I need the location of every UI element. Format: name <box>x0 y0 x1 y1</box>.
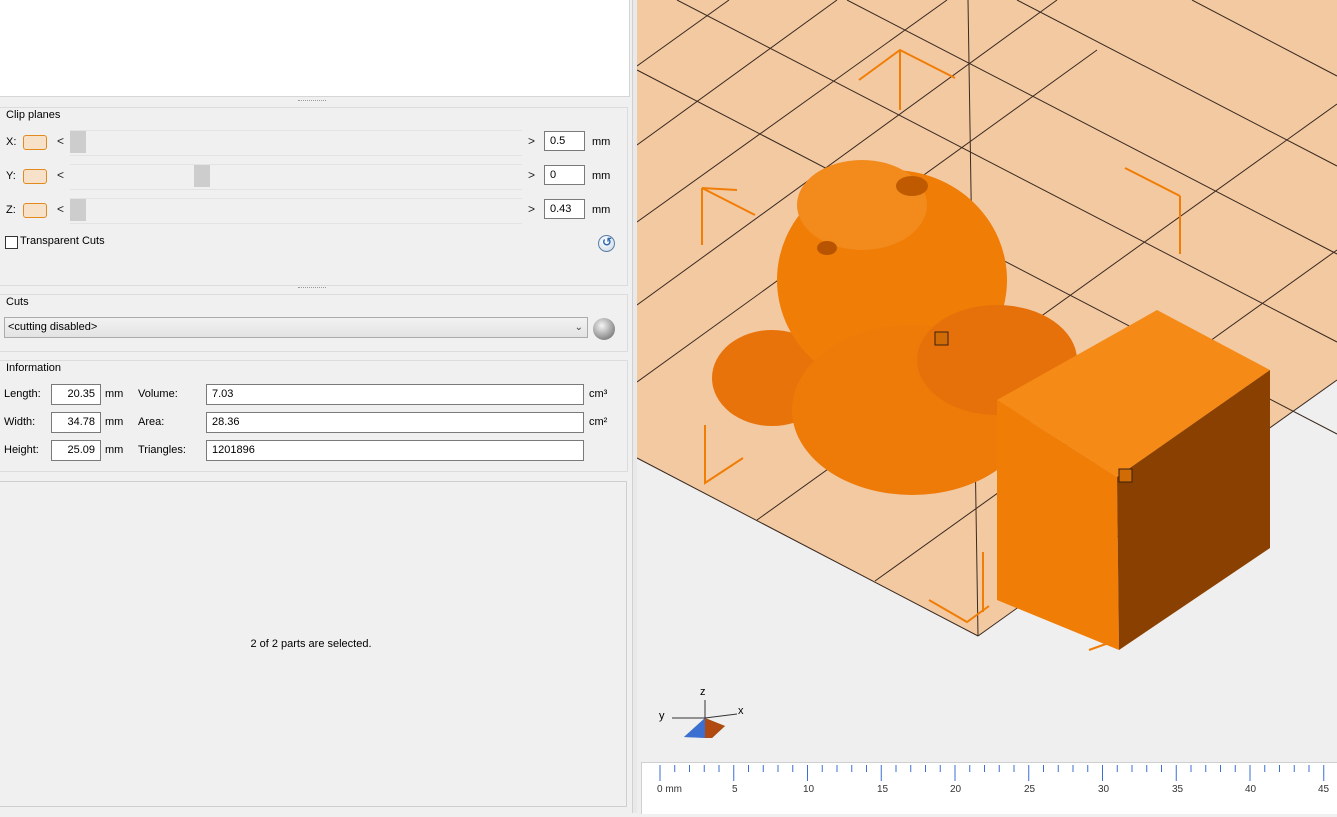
3d-viewport[interactable]: z x y <box>637 0 1337 813</box>
axis-gizmo-y: y <box>659 710 665 722</box>
length-label: Length: <box>4 388 41 400</box>
height-label: Height: <box>4 444 39 456</box>
ruler: 0 mm 5 10 15 20 25 30 35 40 45 <box>641 762 1337 814</box>
volume-value: 7.03 <box>206 384 584 405</box>
scene-svg: z x y <box>637 0 1337 813</box>
splitter-grip-2[interactable] <box>298 287 326 290</box>
clip-x-slider-thumb[interactable] <box>70 131 86 153</box>
part-info-panel: 2 of 2 parts are selected. <box>0 481 627 807</box>
width-value: 34.78 <box>51 412 101 433</box>
left-panel: Clip planes X: < > 0.5 mm Y: < > 0 mm Z:… <box>0 0 632 813</box>
clip-plane-z-toggle[interactable] <box>23 203 47 218</box>
clip-plane-x-toggle[interactable] <box>23 135 47 150</box>
reset-clip-planes-icon[interactable] <box>598 235 615 252</box>
ruler-label-10: 10 <box>803 784 815 795</box>
cut-tool-icon[interactable] <box>593 318 615 340</box>
clip-x-input[interactable]: 0.5 <box>544 131 585 151</box>
slider-z-left-arrow[interactable]: < <box>57 202 64 216</box>
ruler-label-20: 20 <box>950 784 962 795</box>
selection-handle[interactable] <box>934 331 949 346</box>
clip-y-unit: mm <box>592 170 611 182</box>
axis-label-z: Z: <box>6 204 16 216</box>
clip-row-x: X: < > 0.5 mm <box>0 130 627 156</box>
ruler-label-5: 5 <box>732 784 738 795</box>
volume-label: Volume: <box>138 388 178 400</box>
clip-x-slider[interactable] <box>70 130 522 156</box>
triangles-label: Triangles: <box>138 444 186 456</box>
slider-x-right-arrow[interactable]: > <box>528 134 535 148</box>
length-value: 20.35 <box>51 384 101 405</box>
width-unit: mm <box>105 416 124 428</box>
slider-y-right-arrow[interactable]: > <box>528 168 535 182</box>
clip-y-slider[interactable] <box>70 164 522 190</box>
ruler-ticks <box>659 765 1325 781</box>
clip-x-unit: mm <box>592 136 611 148</box>
clip-z-slider-thumb[interactable] <box>70 199 86 221</box>
clip-row-y: Y: < > 0 mm <box>0 164 627 190</box>
ruler-label-35: 35 <box>1172 784 1184 795</box>
chevron-down-icon: ⌄ <box>574 322 583 333</box>
ruler-label-0: 0 mm <box>657 784 682 795</box>
splitter-grip[interactable] <box>298 100 326 103</box>
slider-x-left-arrow[interactable]: < <box>57 134 64 148</box>
area-value: 28.36 <box>206 412 584 433</box>
area-label: Area: <box>138 416 165 428</box>
cuts-dropdown-value: <cutting disabled> <box>8 321 98 333</box>
selection-handle-2[interactable] <box>1118 468 1133 483</box>
width-label: Width: <box>4 416 36 428</box>
clip-z-input[interactable]: 0.43 <box>544 199 585 219</box>
clip-planes-title: Clip planes <box>6 109 61 121</box>
clip-plane-y-toggle[interactable] <box>23 169 47 184</box>
axis-label-x: X: <box>6 136 17 148</box>
ruler-label-30: 30 <box>1098 784 1110 795</box>
area-unit: cm² <box>589 416 608 428</box>
transparent-cuts-checkbox[interactable] <box>5 236 18 249</box>
ruler-label-45: 45 <box>1318 784 1330 795</box>
clip-y-input[interactable]: 0 <box>544 165 585 185</box>
object-list-area[interactable] <box>0 0 630 97</box>
cuts-title: Cuts <box>6 296 29 308</box>
clip-row-z: Z: < > 0.43 mm <box>0 198 627 224</box>
height-unit: mm <box>105 444 124 456</box>
transparent-cuts-label: Transparent Cuts <box>20 235 105 247</box>
length-unit: mm <box>105 388 124 400</box>
volume-unit: cm³ <box>589 388 608 400</box>
ruler-label-25: 25 <box>1024 784 1036 795</box>
information-title: Information <box>6 362 62 374</box>
cuts-dropdown[interactable]: <cutting disabled> ⌄ <box>4 317 588 338</box>
axis-label-y: Y: <box>6 170 16 182</box>
ruler-label-15: 15 <box>877 784 889 795</box>
ruler-label-40: 40 <box>1245 784 1257 795</box>
height-value: 25.09 <box>51 440 101 461</box>
selection-status: 2 of 2 parts are selected. <box>250 638 372 650</box>
clip-z-slider[interactable] <box>70 198 522 224</box>
axis-gizmo-z: z <box>700 686 706 698</box>
triangles-value: 1201896 <box>206 440 584 461</box>
axis-gizmo-x: x <box>738 705 744 717</box>
slider-z-right-arrow[interactable]: > <box>528 202 535 216</box>
clip-z-unit: mm <box>592 204 611 216</box>
slider-y-left-arrow[interactable]: < <box>57 168 64 182</box>
clip-y-slider-thumb[interactable] <box>194 165 210 187</box>
